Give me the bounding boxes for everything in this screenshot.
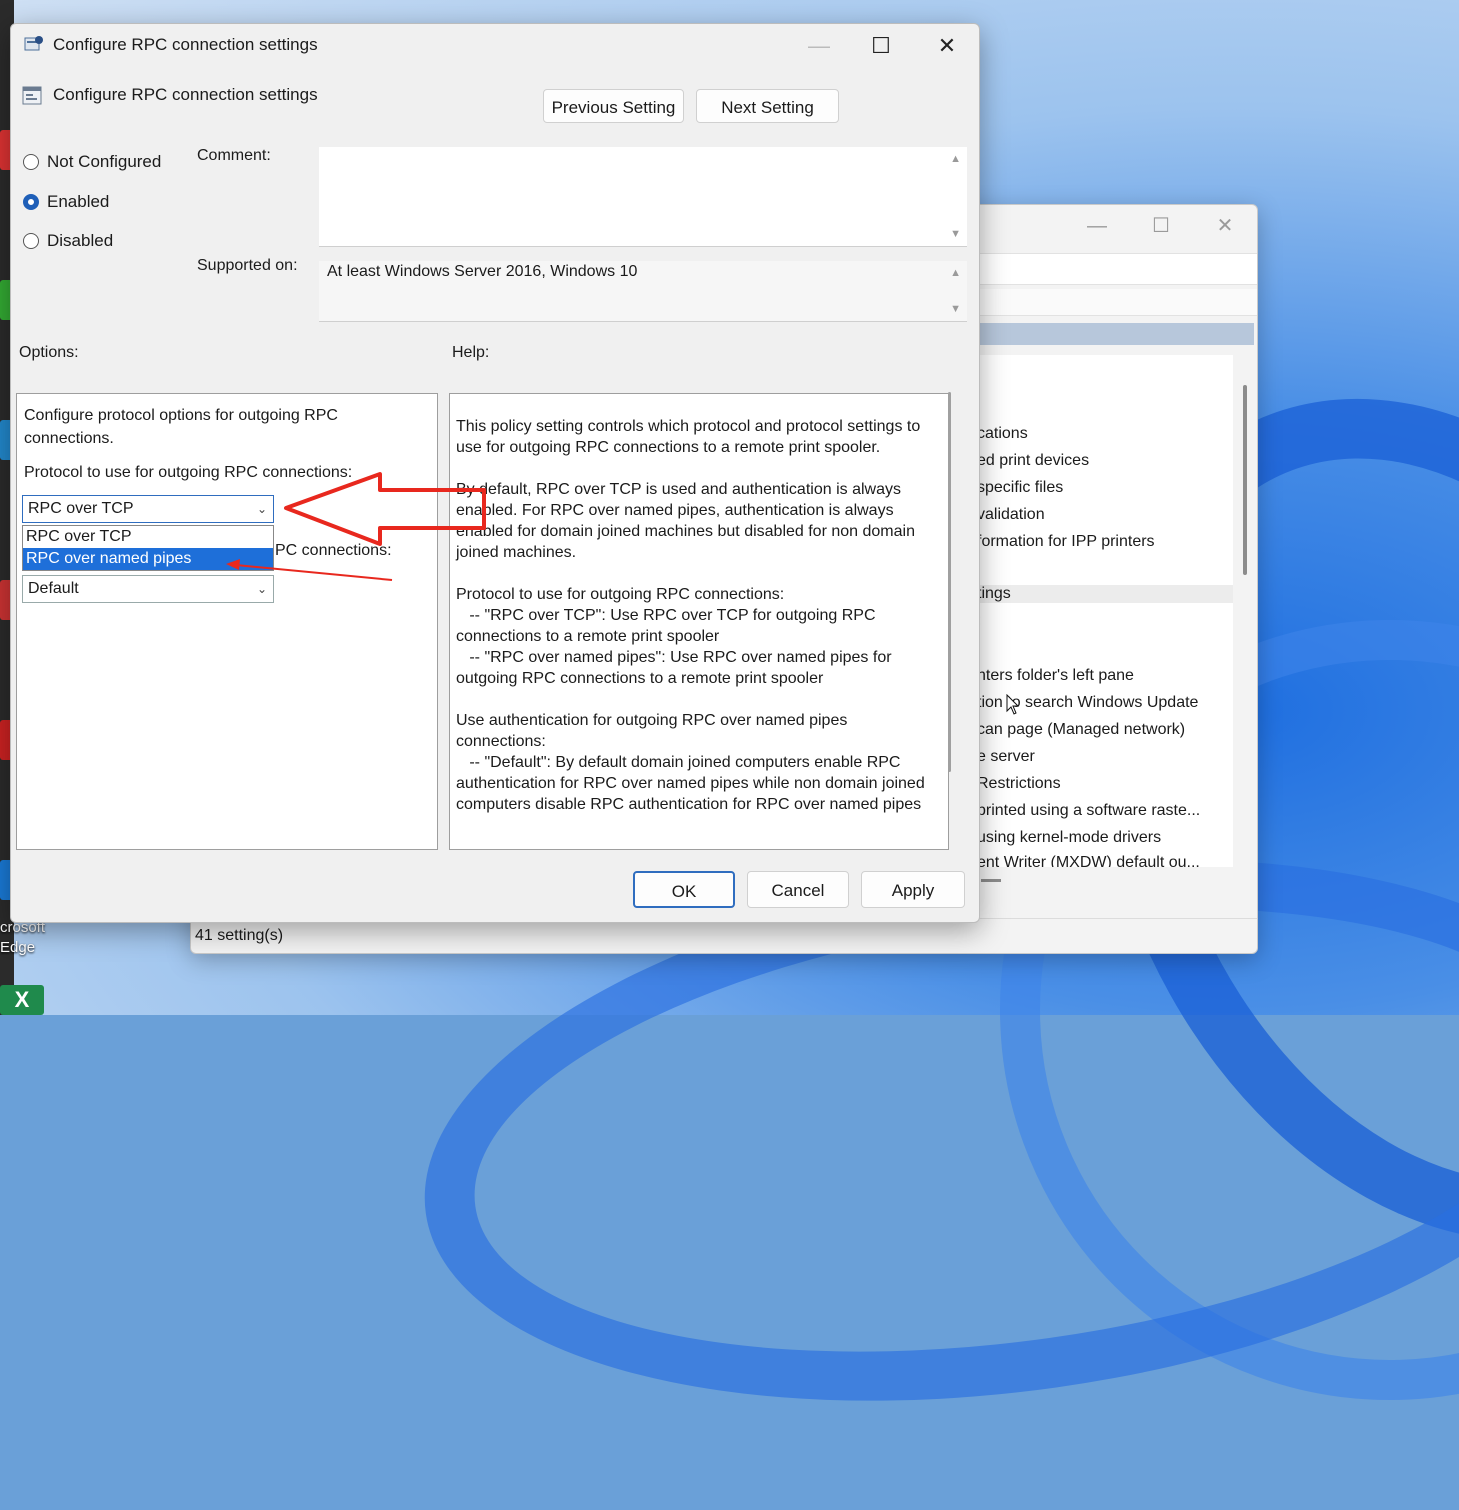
list-item[interactable]: using kernel-mode drivers [977, 829, 1161, 847]
policy-settings-dialog: Configure RPC connection settings — ☐ ✕ … [10, 23, 980, 923]
minimize-icon[interactable]: — [789, 28, 849, 64]
list-item[interactable]: ed print devices [977, 452, 1089, 470]
supported-on-value: At least Windows Server 2016, Windows 10 [327, 263, 638, 280]
help-paragraph: This policy setting controls which proto… [456, 418, 925, 456]
dropdown-option-rpc-named-pipes[interactable]: RPC over named pipes [23, 548, 273, 570]
help-text: This policy setting controls which proto… [456, 416, 940, 836]
list-item[interactable]: printed using a software raste... [977, 802, 1200, 820]
radio-not-configured[interactable]: Not Configured [23, 152, 161, 172]
options-description: Configure protocol options for outgoing … [24, 407, 338, 447]
chevron-down-icon[interactable]: ⌄ [257, 576, 267, 602]
minimize-icon[interactable]: — [1065, 205, 1129, 247]
options-label: Options: [19, 344, 79, 361]
radio-label: Not Configured [47, 152, 162, 171]
settings-count: 41 setting(s) [195, 927, 284, 944]
scroll-up-icon[interactable]: ▲ [950, 267, 961, 279]
help-paragraph: By default, RPC over TCP is used and aut… [456, 481, 920, 561]
radio-circle[interactable] [23, 154, 39, 170]
protocol-label: Protocol to use for outgoing RPC connect… [24, 464, 353, 481]
window-title: Configure RPC connection settings [53, 35, 318, 54]
protocol-dropdown-list: RPC over TCP RPC over named pipes [22, 525, 274, 571]
chevron-down-icon[interactable]: ⌄ [257, 496, 267, 522]
auth-label: PC connections: [275, 542, 392, 559]
supported-on-field: At least Windows Server 2016, Windows 10… [319, 261, 967, 322]
vertical-scrollbar[interactable] [1243, 385, 1247, 575]
protocol-select[interactable]: RPC over TCP ⌄ [22, 495, 274, 523]
title-bar: Configure RPC connection settings — ☐ ✕ [11, 24, 979, 68]
scroll-down-icon[interactable]: ▼ [950, 303, 961, 315]
horizontal-scrollbar[interactable] [981, 879, 1001, 882]
radio-disabled[interactable]: Disabled [23, 231, 113, 251]
close-icon[interactable]: ✕ [1193, 205, 1257, 247]
policy-settings-icon [24, 36, 43, 51]
list-item[interactable]: cations [977, 425, 1028, 443]
supported-on-label: Supported on: [197, 257, 298, 274]
radio-label: Enabled [47, 192, 110, 211]
list-item[interactable]: Restrictions [977, 775, 1061, 793]
ok-button[interactable]: OK [633, 871, 735, 908]
help-paragraph: Protocol to use for outgoing RPC connect… [456, 586, 892, 687]
excel-icon[interactable]: X [0, 985, 44, 1015]
maximize-icon[interactable]: ☐ [1129, 205, 1193, 247]
radio-circle[interactable] [23, 233, 39, 249]
list-item[interactable]: e server [977, 748, 1035, 766]
scroll-up-icon[interactable]: ▲ [950, 153, 961, 165]
bg-window-controls: — ☐ ✕ [1065, 205, 1257, 247]
protocol-selected-value: RPC over TCP [28, 500, 134, 517]
list-item[interactable]: ent Writer (MXDW) default ou... [977, 854, 1200, 867]
auth-select[interactable]: Default ⌄ [22, 575, 274, 603]
help-scrollbar[interactable] [948, 392, 951, 772]
radio-enabled[interactable]: Enabled [23, 192, 109, 212]
previous-setting-button[interactable]: Previous Setting [543, 89, 684, 123]
next-setting-button[interactable]: Next Setting [696, 89, 839, 123]
apply-button[interactable]: Apply [861, 871, 965, 908]
edge-icon-label: crosoft Edge [0, 919, 46, 956]
maximize-icon[interactable]: ☐ [851, 28, 911, 64]
list-item[interactable]: can page (Managed network) [977, 721, 1185, 739]
scroll-down-icon[interactable]: ▼ [950, 228, 961, 240]
auth-selected-value: Default [28, 580, 79, 597]
policy-setting-icon [22, 86, 42, 105]
mouse-cursor-icon [1006, 694, 1020, 715]
list-item[interactable]: specific files [977, 479, 1063, 497]
help-label: Help: [452, 344, 490, 361]
radio-label: Disabled [47, 231, 114, 250]
list-item[interactable]: tings [967, 585, 1233, 603]
comment-textarea[interactable]: ▲ ▼ [319, 147, 967, 247]
comment-label: Comment: [197, 147, 271, 164]
radio-circle-selected[interactable] [23, 194, 39, 210]
list-item[interactable]: nters folder's left pane [977, 667, 1134, 685]
help-panel: This policy setting controls which proto… [449, 393, 949, 850]
policy-title: Configure RPC connection settings [53, 85, 318, 104]
dropdown-option-rpc-tcp[interactable]: RPC over TCP [23, 526, 273, 548]
help-paragraph: Use authentication for outgoing RPC over… [456, 712, 925, 813]
status-bar: 41 setting(s) [191, 918, 1257, 953]
list-item[interactable]: formation for IPP printers [977, 533, 1155, 551]
close-icon[interactable]: ✕ [917, 28, 977, 64]
list-item[interactable]: validation [977, 506, 1045, 524]
options-panel: Configure protocol options for outgoing … [16, 393, 438, 850]
cancel-button[interactable]: Cancel [747, 871, 849, 908]
